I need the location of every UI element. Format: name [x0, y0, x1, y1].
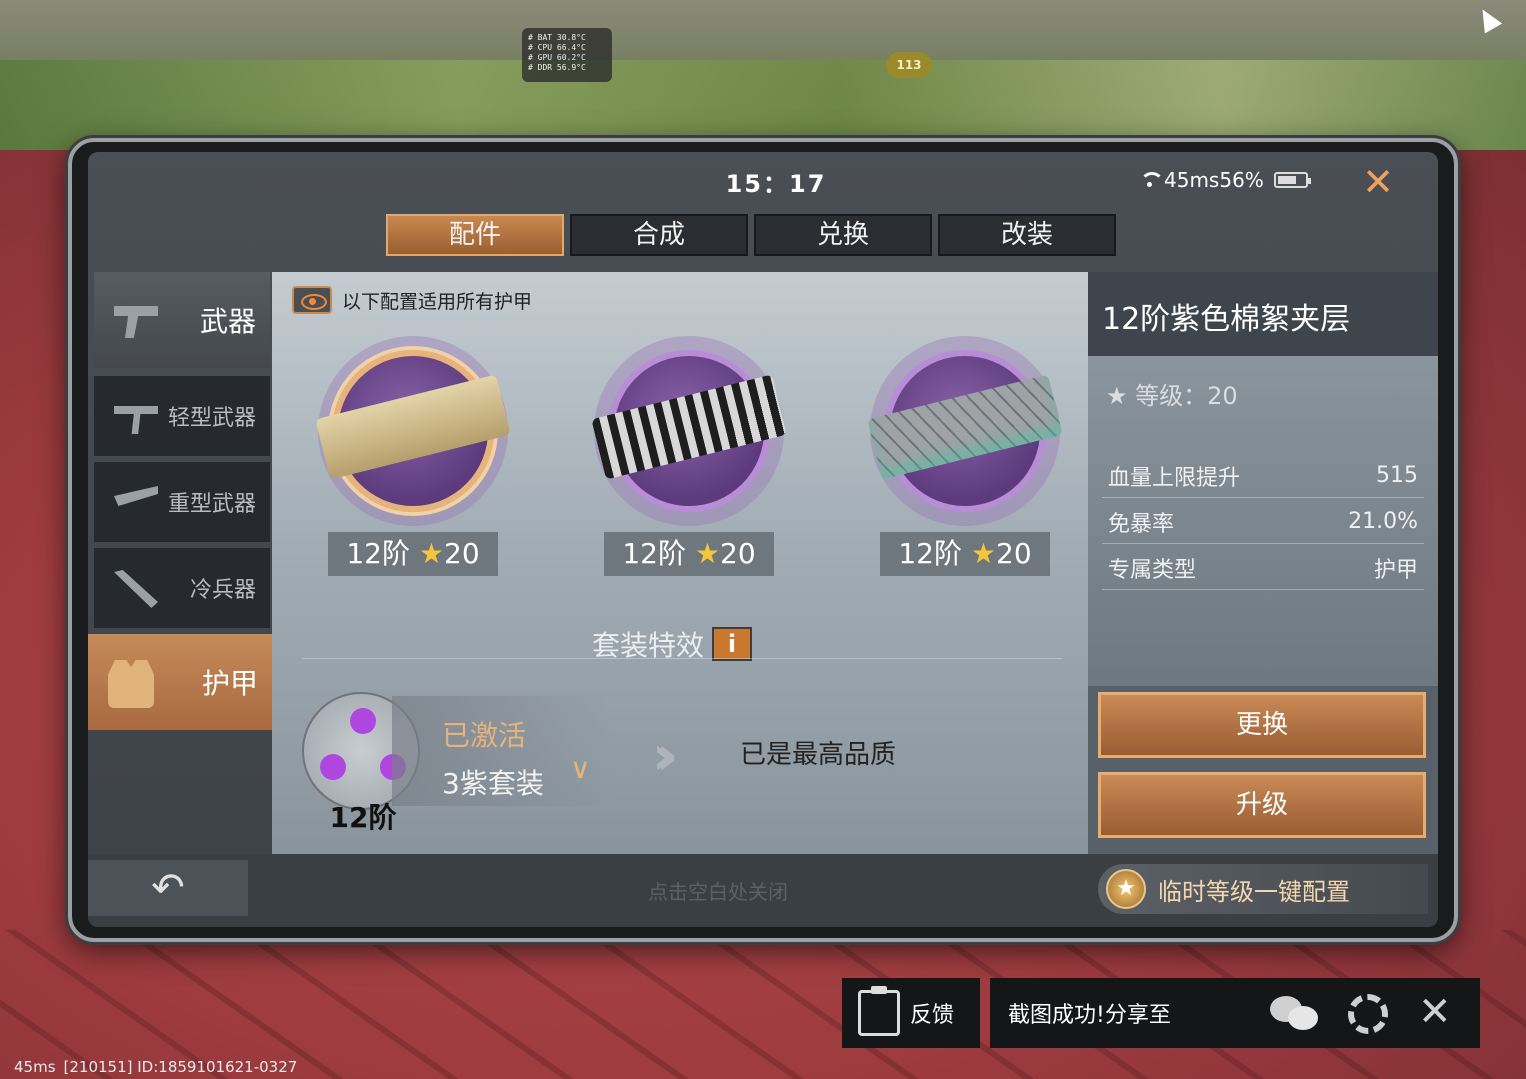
stat-row-crit-resist: 免暴率 21.0% — [1102, 500, 1424, 544]
tab-accessories[interactable]: 配件 — [386, 214, 564, 256]
tab-exchange[interactable]: 兑换 — [754, 214, 932, 256]
sidebar-item-armor[interactable]: 护甲 — [88, 634, 272, 730]
share-toast: 截图成功!分享至 ✕ — [990, 978, 1480, 1048]
share-text: 截图成功!分享至 — [1008, 1003, 1171, 1028]
top-tabs: 配件 合成 兑换 改装 — [386, 214, 1116, 256]
temperature-overlay: # BAT 30.8°C # CPU 66.4°C # GPU 60.2°C #… — [522, 28, 612, 82]
purple-dot — [320, 754, 346, 780]
slot-level-label: 12阶 ★20 — [880, 532, 1050, 576]
accessory-panel: 以下配置适用所有护甲 12阶 ★20 12阶 ★20 12阶 ★20 套装特效 … — [272, 272, 1088, 854]
detail-stats: ★ 等级：20 血量上限提升 515 免暴率 21.0% 专属类型 护甲 — [1088, 356, 1438, 686]
star-icon: ★ — [970, 537, 996, 570]
battery-icon — [1273, 172, 1311, 188]
vest-icon — [108, 660, 154, 708]
player-id: [210151] ID:1859101621-0327 — [63, 1058, 298, 1076]
divider — [302, 658, 1062, 659]
pistol-icon — [114, 306, 158, 338]
ping-text: 45ms — [14, 1058, 56, 1076]
knife-icon — [114, 570, 158, 608]
star-icon: ★ — [418, 537, 444, 570]
slot-level-label: 12阶 ★20 — [604, 532, 774, 576]
chevron-down-icon[interactable]: ∨ — [570, 752, 591, 785]
status-time: 15：17 — [725, 170, 827, 198]
feedback-button[interactable]: 反馈 — [842, 978, 980, 1048]
accessory-slot-mesh[interactable]: 12阶 ★20 — [584, 336, 794, 582]
double-chevron-right-icon: ›› — [652, 724, 678, 787]
sidebar-item-melee[interactable]: 冷兵器 — [94, 548, 270, 628]
detail-title: 12阶紫色棉絮夹层 — [1088, 272, 1438, 356]
max-quality-text: 已是最高品质 — [740, 740, 897, 770]
back-button[interactable]: ↶ — [88, 860, 248, 916]
clipboard-icon — [858, 986, 900, 1036]
wifi-icon — [1138, 172, 1164, 188]
sidebar-item-heavy-weapons[interactable]: 重型武器 — [94, 462, 270, 542]
stat-row-type: 专属类型 护甲 — [1102, 546, 1424, 590]
accessory-slot-hex-plate[interactable]: 12阶 ★20 — [860, 336, 1070, 582]
replace-button[interactable]: 更换 — [1098, 692, 1426, 758]
upgrade-button[interactable]: 升级 — [1098, 772, 1426, 838]
armory-screen: 15：17 45ms56% ✕ 配件 合成 兑换 改装 武器 轻型武器 重型武器… — [88, 152, 1438, 927]
smg-icon — [114, 406, 158, 434]
wechat-icon[interactable] — [1270, 996, 1320, 1032]
close-icon[interactable]: ✕ — [1358, 162, 1398, 202]
aperture-icon[interactable] — [1348, 994, 1388, 1034]
tab-modify[interactable]: 改装 — [938, 214, 1116, 256]
status-indicators: 45ms56% — [1138, 168, 1311, 192]
close-hint: 点击空白处关闭 — [648, 880, 788, 904]
detail-panel: 12阶紫色棉絮夹层 ★ 等级：20 血量上限提升 515 免暴率 21.0% 专属类… — [1088, 272, 1438, 854]
footer-info: 45ms [210151] ID:1859101621-0327 — [14, 1058, 297, 1076]
set-status[interactable]: 已激活 3紫套装 ∨ — [392, 696, 612, 806]
config-hint: 以下配置适用所有护甲 — [292, 286, 532, 314]
purple-dot — [350, 708, 376, 734]
quick-config-button[interactable]: ★ 临时等级一键配置 — [1098, 864, 1428, 914]
category-sidebar: 武器 轻型武器 重型武器 冷兵器 护甲 — [88, 272, 272, 742]
accessory-slot-cotton[interactable]: 12阶 ★20 — [308, 336, 518, 582]
sidebar-item-light-weapons[interactable]: 轻型武器 — [94, 376, 270, 456]
rocket-launcher-icon — [114, 486, 158, 506]
grade-label: ★ 等级：20 — [1106, 382, 1238, 410]
tab-synthesis[interactable]: 合成 — [570, 214, 748, 256]
eye-icon[interactable] — [292, 286, 332, 314]
network-status: 45ms56% — [1164, 168, 1264, 192]
close-icon[interactable]: ✕ — [1418, 990, 1452, 1034]
medal-icon: ★ — [1106, 869, 1146, 909]
slot-level-label: 12阶 ★20 — [328, 532, 498, 576]
sidebar-header-weapons[interactable]: 武器 — [94, 272, 270, 368]
stat-row-hp: 血量上限提升 515 — [1102, 454, 1424, 498]
fps-badge: 113 — [886, 52, 932, 78]
star-icon: ★ — [694, 537, 720, 570]
set-activated-label: 已激活 — [442, 719, 527, 752]
bottom-bar: ↶ 点击空白处关闭 ★ 临时等级一键配置 — [88, 854, 1438, 927]
info-icon[interactable]: i — [712, 627, 753, 661]
